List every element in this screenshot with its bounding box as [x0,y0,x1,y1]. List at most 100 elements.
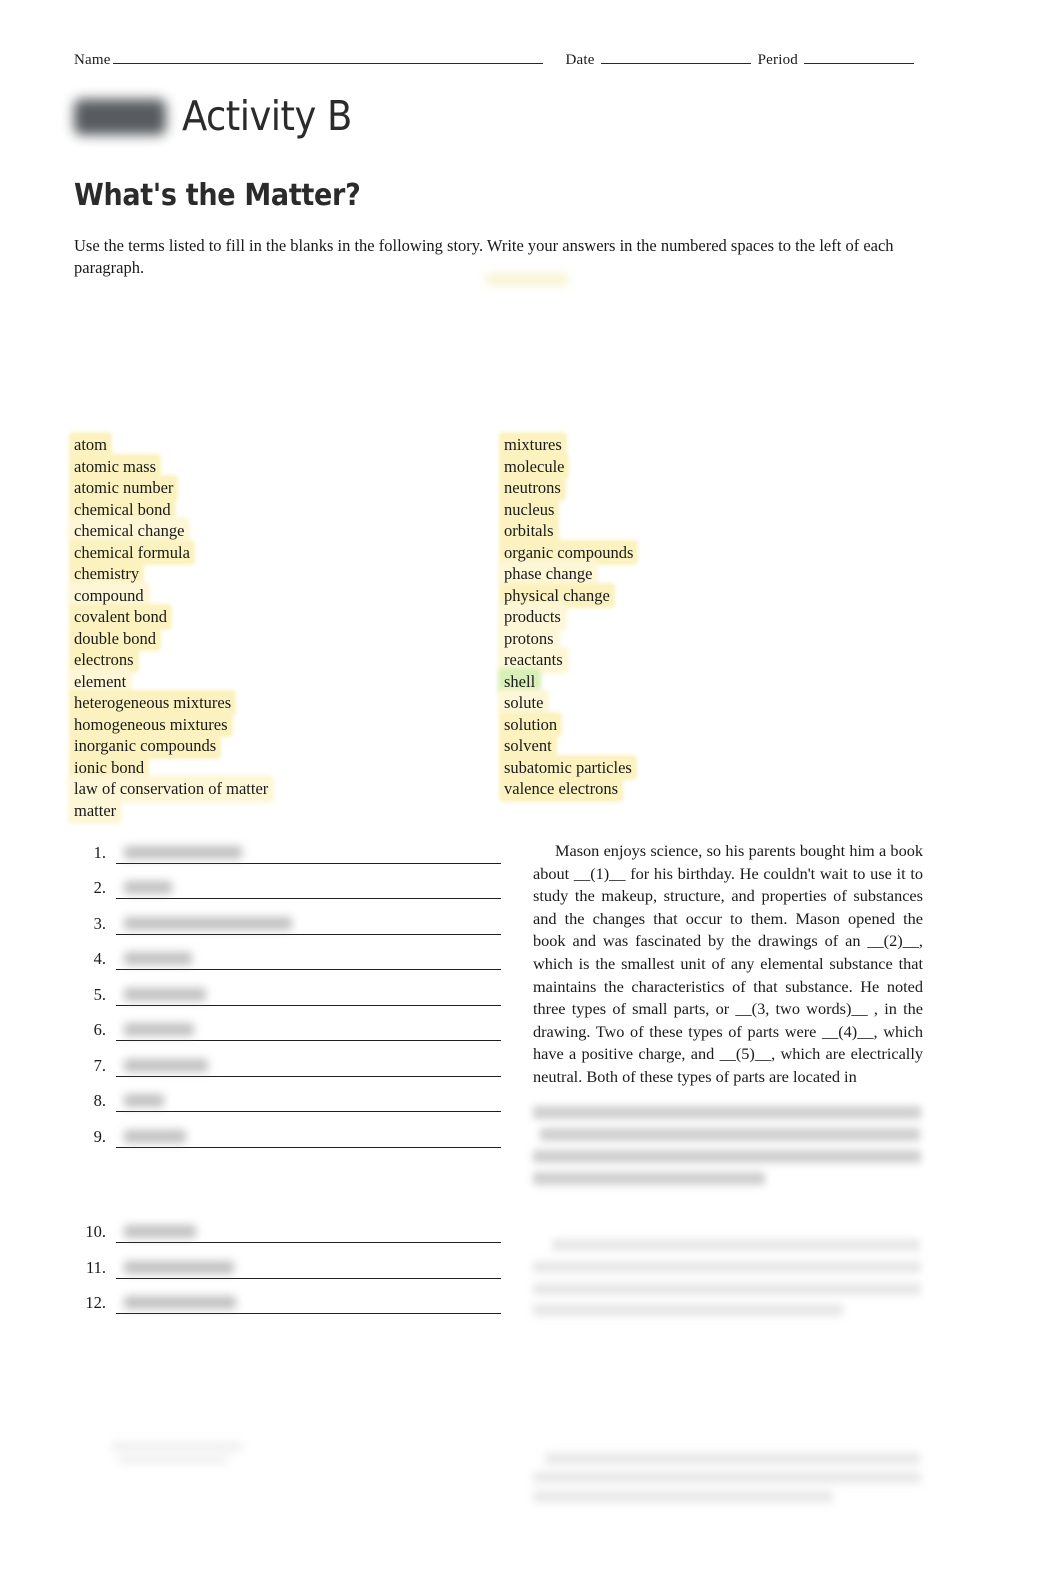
highlighter-smudge [486,274,568,285]
redacted-answer [124,845,242,859]
word-bank-term: valence electrons [501,778,622,800]
word-bank-term: homogeneous mixtures [71,713,231,735]
word-bank-term: mixtures [501,434,565,456]
answer-row: 8. [76,1077,501,1112]
answer-row: 11. [76,1243,501,1279]
redacted-answer [124,881,172,894]
word-bank-term: molecule [501,455,568,477]
word-bank-term: protons [501,627,557,649]
name-label: Name [74,52,111,68]
answer-number: 5. [93,984,106,1004]
answer-list: 1. 2. 3. 4. 5. 6. 7. 8. 9. 10. 11. 12. [76,828,501,1314]
word-bank-term: chemical bond [71,498,174,520]
answer-input-line[interactable] [116,908,501,935]
word-bank-term: electrons [71,649,137,671]
redacted-answer [124,1058,208,1072]
redacted-story-line [533,1150,921,1163]
redacted-story-line [533,1491,833,1502]
word-bank-term: shell [501,670,539,692]
redacted-answer [124,1296,236,1309]
redacted-story-line [545,1453,920,1464]
answer-input-line[interactable] [116,1085,501,1112]
word-bank-right-column: mixtures molecule neutrons nucleus orbitals o… [501,434,934,821]
word-bank: atom atomic mass atomic number chemical bon… [71,434,934,821]
answer-input-line[interactable] [116,1216,501,1243]
answer-input-line[interactable] [116,1050,501,1077]
redacted-story-line [533,1283,921,1295]
redacted-answer [124,1094,164,1107]
word-bank-term: ionic bond [71,756,148,778]
instructions-text: Use the terms listed to fill in the blan… [74,236,894,277]
word-bank-term: solution [501,713,561,735]
worksheet-page: Name Date Period Activity B What's the M… [0,0,1062,1588]
word-bank-term: physical change [501,584,613,606]
redacted-story-line [533,1106,921,1119]
name-field-rule[interactable] [112,50,543,64]
redacted-story-line [533,1472,921,1483]
redacted-answer [124,916,292,930]
word-bank-term: chemical formula [71,541,193,563]
word-bank-term: law of conservation of matter [71,778,272,800]
answer-number: 3. [93,913,106,933]
word-bank-term: nucleus [501,498,558,520]
activity-title-row: Activity B [74,96,352,137]
word-bank-term: matter [71,799,120,821]
word-bank-term: chemistry [71,563,143,585]
answer-row: 3. [76,899,501,935]
redacted-story-line [552,1239,920,1251]
answer-number: 10. [85,1222,106,1241]
word-bank-term: inorganic compounds [71,735,220,757]
answer-input-line[interactable] [116,1014,501,1041]
story-paragraph-1: Mason enjoys science, so his parents bou… [533,841,923,1086]
redacted-answer [124,952,192,965]
word-bank-term: neutrons [501,477,564,499]
word-bank-term: products [501,606,564,628]
word-bank-term: solvent [501,735,555,757]
redacted-answer [124,1023,194,1036]
answer-input-line[interactable] [116,1121,501,1148]
redacted-story-line [533,1304,843,1316]
answer-row: 10. [76,1208,501,1243]
redacted-story-line [540,1128,920,1141]
word-bank-term: element [71,670,130,692]
word-bank-term: phase change [501,563,596,585]
answer-row: 2. [76,864,501,899]
redaction-block-icon [74,98,166,135]
word-bank-term: organic compounds [501,541,637,563]
redacted-answer [124,1225,196,1238]
answer-input-line[interactable] [116,979,501,1006]
answer-row: 5. [76,970,501,1006]
answer-input-line[interactable] [116,1252,501,1279]
word-bank-term: atomic mass [71,455,160,477]
word-bank-term: atomic number [71,477,177,499]
redacted-story-line [533,1172,765,1185]
answer-number: 7. [93,1055,106,1075]
story-column: Mason enjoys science, so his parents bou… [533,840,923,1089]
redacted-note-line [112,1442,242,1451]
redacted-story-line [533,1261,921,1273]
word-bank-term: solute [501,692,547,714]
answer-input-line[interactable] [116,837,501,864]
answer-input-line[interactable] [116,1287,501,1314]
answer-row: 4. [76,935,501,970]
answer-input-line[interactable] [116,943,501,970]
period-label: Period [757,52,798,68]
word-bank-term: compound [71,584,147,606]
answer-row: 1. [76,828,501,864]
redacted-answer [124,987,206,1001]
period-field-rule[interactable] [804,50,914,64]
answer-row: 9. [76,1112,501,1148]
answer-number: 12. [85,1293,106,1312]
answer-input-line[interactable] [116,872,501,899]
answer-number: 9. [93,1126,106,1146]
word-bank-term: double bond [71,627,160,649]
answer-number: 1. [93,842,106,862]
date-field-rule[interactable] [600,50,751,64]
redacted-answer [124,1129,186,1143]
word-bank-left-column: atom atomic mass atomic number chemical bon… [71,434,504,821]
student-info-row: Name Date Period [74,50,914,69]
date-label: Date [565,52,595,68]
redacted-answer [124,1260,234,1274]
redacted-note-line [118,1455,228,1464]
answer-row: 6. [76,1006,501,1041]
